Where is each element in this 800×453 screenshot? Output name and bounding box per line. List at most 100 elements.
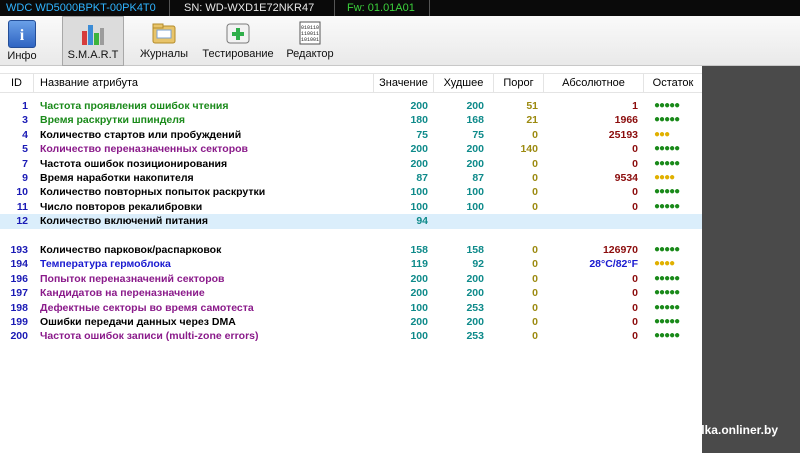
info-button-label: Инфо xyxy=(7,50,37,62)
table-header: ID Название атрибута Значение Худшее Пор… xyxy=(0,73,702,93)
table-row[interactable]: 199 Ошибки передачи данных через DMA 200 20… xyxy=(0,315,702,329)
attr-id: 11 xyxy=(16,200,28,213)
attr-raw: 0 xyxy=(632,186,638,199)
attr-value: 94 xyxy=(416,215,428,228)
attr-value: 87 xyxy=(416,172,428,184)
attr-worst: 158 xyxy=(466,244,484,256)
attr-raw: 0 xyxy=(632,200,638,213)
attr-value: 100 xyxy=(410,186,428,199)
attr-name: Попыток переназначений секторов xyxy=(40,272,225,285)
table-row[interactable]: 10 Количество повторных попыток раскрутки… xyxy=(0,185,702,199)
attr-id: 197 xyxy=(10,287,28,300)
header-threshold[interactable]: Порог xyxy=(494,74,544,92)
attr-name: Дефектные секторы во время самотеста xyxy=(40,301,254,314)
table-row[interactable]: 7 Частота ошибок позиционирования 200 200 0 0… xyxy=(0,157,702,171)
attr-name: Частота ошибок позиционирования xyxy=(40,157,228,170)
table-row[interactable]: 4 Количество стартов или пробуждений 75 75 0… xyxy=(0,128,702,142)
attr-threshold: 0 xyxy=(532,272,538,285)
info-button[interactable]: i Инфо xyxy=(2,16,42,66)
attr-name: Количество стартов или пробуждений xyxy=(40,128,242,141)
attr-id: 7 xyxy=(22,157,28,170)
firmware-label: Fw: 01.01A01 xyxy=(335,0,430,16)
attr-value: 200 xyxy=(410,143,428,156)
editor-button-label: Редактор xyxy=(286,48,334,60)
drive-model-label: WDC WD5000BPKT-00PK4T0 xyxy=(0,0,170,16)
header-name[interactable]: Название атрибута xyxy=(34,74,374,92)
header-absolute[interactable]: Абсолютное xyxy=(544,74,644,92)
attr-worst: 75 xyxy=(472,128,484,141)
smart-attributes-table: ID Название атрибута Значение Худшее Пор… xyxy=(0,66,702,453)
attr-threshold: 0 xyxy=(532,128,538,141)
table-row[interactable]: 5 Количество переназначенных секторов 200 2… xyxy=(0,142,702,156)
attr-name: Ошибки передачи данных через DMA xyxy=(40,316,236,328)
table-row[interactable]: 196 Попыток переназначений секторов 200 200… xyxy=(0,272,702,286)
attr-id: 1 xyxy=(22,100,28,112)
table-row[interactable]: 9 Время наработки накопителя 87 87 0 9534 ●●●● xyxy=(0,171,702,185)
attr-threshold: 51 xyxy=(526,100,538,112)
health-indicator: ●●●●● xyxy=(654,186,680,198)
table-row[interactable]: 200 Частота ошибок записи (multi-zone err… xyxy=(0,329,702,343)
journals-folder-icon xyxy=(151,20,177,46)
testing-button-label: Тестирование xyxy=(202,48,274,60)
header-value[interactable]: Значение xyxy=(374,74,434,92)
health-indicator: ●●●●● xyxy=(654,157,680,169)
smart-button-label: S.M.A.R.T xyxy=(67,49,119,61)
attr-id: 193 xyxy=(10,244,28,256)
attr-raw: 0 xyxy=(632,272,638,285)
table-row[interactable] xyxy=(0,229,702,243)
attr-worst: 200 xyxy=(466,316,484,328)
health-indicator: ●●●●● xyxy=(654,272,680,284)
table-row[interactable]: 3 Время раскрутки шпинделя 180 168 21 1966 ●●●… xyxy=(0,113,702,127)
attr-name: Количество переназначенных секторов xyxy=(40,143,248,156)
smart-button[interactable]: S.M.A.R.T xyxy=(62,16,124,66)
editor-button[interactable]: 010110 110011 101001 Редактор xyxy=(282,16,338,66)
table-row[interactable]: 198 Дефектные секторы во время самотеста 1… xyxy=(0,301,702,315)
attr-threshold: 0 xyxy=(532,330,538,343)
attr-name: Время наработки накопителя xyxy=(40,172,194,184)
header-health[interactable]: Остаток xyxy=(644,74,702,92)
binary-editor-icon: 010110 110011 101001 xyxy=(297,20,323,46)
attr-worst: 92 xyxy=(472,258,484,271)
attr-worst: 200 xyxy=(466,272,484,285)
smart-chart-icon xyxy=(80,21,106,47)
table-row[interactable]: 1 Частота проявления ошибок чтения 200 200 5… xyxy=(0,99,702,113)
testing-button[interactable]: Тестирование xyxy=(202,16,274,66)
attr-worst: 100 xyxy=(466,200,484,213)
health-indicator: ●●●●● xyxy=(654,114,680,126)
attr-id: 12 xyxy=(16,215,28,228)
serial-number-label: SN: WD-WXD1E72NKR47 xyxy=(170,0,335,16)
attr-worst: 168 xyxy=(466,114,484,127)
table-row[interactable]: 193 Количество парковок/распарковок 158 158… xyxy=(0,243,702,257)
journals-button[interactable]: Журналы xyxy=(136,16,192,66)
header-worst[interactable]: Худшее xyxy=(434,74,494,92)
attr-value: 100 xyxy=(410,330,428,343)
attr-threshold: 21 xyxy=(526,114,538,127)
health-indicator: ●●●●● xyxy=(654,143,680,155)
attr-id: 200 xyxy=(10,330,28,343)
attr-raw: 1966 xyxy=(614,114,638,127)
main-toolbar: i Инфо S.M.A.R.T Журналы Тестирование 01… xyxy=(0,16,800,66)
attr-value: 180 xyxy=(410,114,428,127)
attr-worst: 200 xyxy=(466,287,484,300)
table-row[interactable]: 11 Число повторов рекалибровки 100 100 0 0 ●●●… xyxy=(0,200,702,214)
attr-worst: 253 xyxy=(466,330,484,343)
attr-raw: 126970 xyxy=(602,244,638,256)
table-row[interactable]: 12 Количество включений питания 94 xyxy=(0,214,702,229)
health-indicator: ●●●●● xyxy=(654,287,680,299)
attr-value: 100 xyxy=(410,200,428,213)
attr-raw: 0 xyxy=(632,143,638,156)
health-indicator: ●●● xyxy=(654,128,670,140)
table-row[interactable]: 194 Температура гермоблока 119 92 0 28°C/82°F… xyxy=(0,257,702,271)
info-icon: i xyxy=(8,20,36,48)
table-row[interactable]: 197 Кандидатов на переназначение 200 200 0 0 ●… xyxy=(0,286,702,300)
device-info-bar: WDC WD5000BPKT-00PK4T0 SN: WD-WXD1E72NKR… xyxy=(0,0,800,16)
health-indicator: ●●●●● xyxy=(654,244,680,255)
header-id[interactable]: ID xyxy=(0,74,34,92)
attr-id: 198 xyxy=(10,301,28,314)
attr-name: Частота ошибок записи (multi-zone errors… xyxy=(40,330,259,343)
attr-value: 119 xyxy=(411,258,428,271)
attr-raw: 25193 xyxy=(608,128,638,141)
attr-worst: 200 xyxy=(466,143,484,156)
health-indicator: ●●●●● xyxy=(654,301,680,313)
attr-raw: 0 xyxy=(632,287,638,300)
